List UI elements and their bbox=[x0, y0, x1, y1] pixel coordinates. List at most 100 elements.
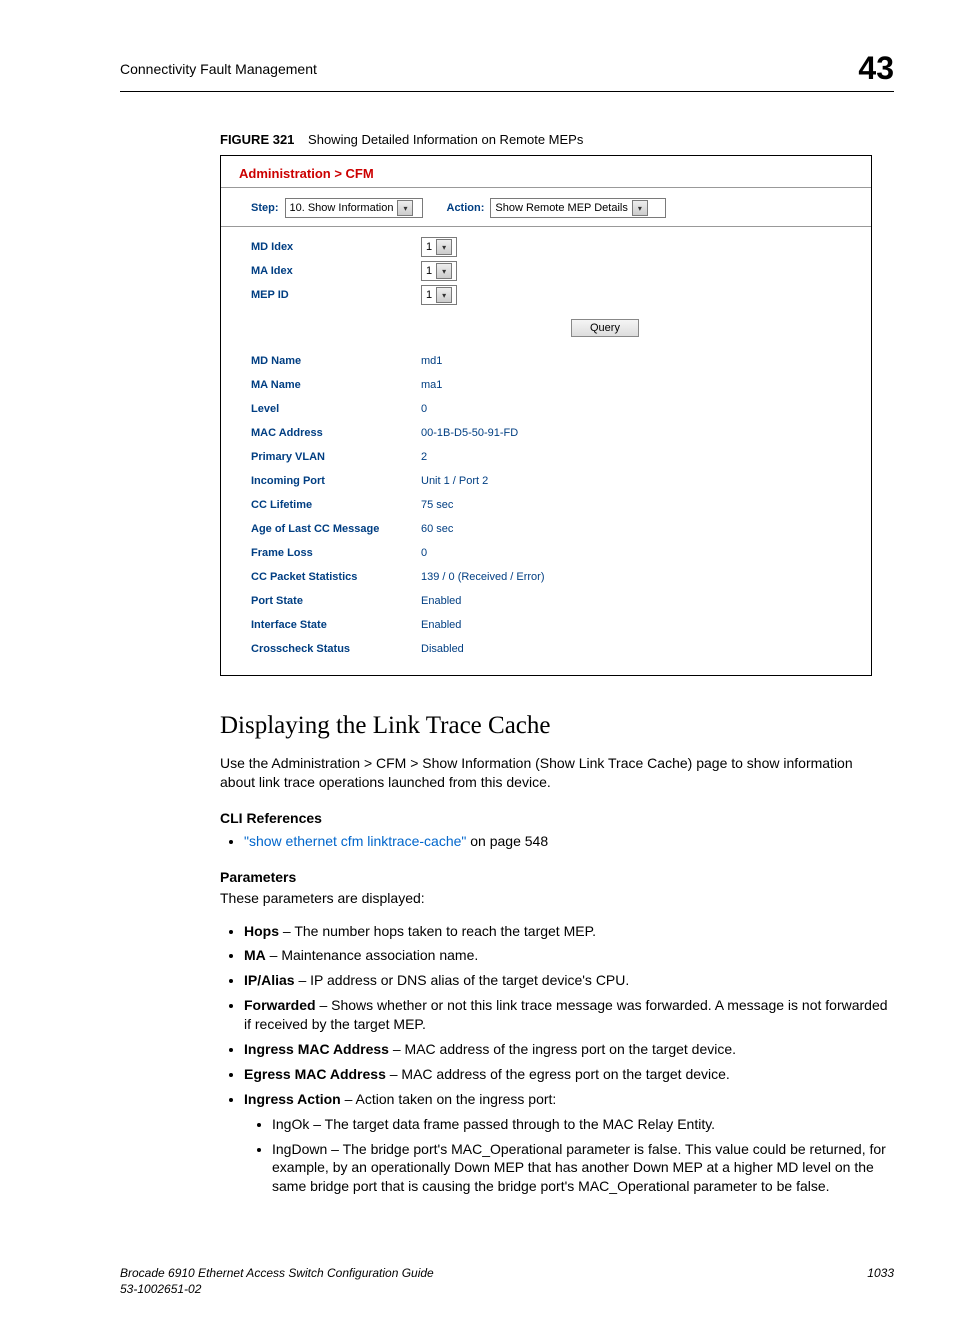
input-value: 1 bbox=[426, 241, 432, 253]
parameter-item: IP/Alias – IP address or DNS alias of th… bbox=[244, 971, 894, 990]
cfm-ui-panel: Administration > CFM Step: 10. Show Info… bbox=[220, 155, 872, 676]
input-select[interactable]: 1 bbox=[421, 285, 457, 305]
cli-suffix: on page 548 bbox=[466, 833, 548, 849]
result-row: CC Lifetime75 sec bbox=[251, 495, 853, 515]
cli-list: "show ethernet cfm linktrace-cache" on p… bbox=[220, 832, 894, 851]
input-label: MD Idex bbox=[251, 241, 421, 253]
param-desc: – Action taken on the ingress port: bbox=[341, 1091, 557, 1107]
input-label: MA Idex bbox=[251, 265, 421, 277]
result-value: Enabled bbox=[421, 595, 461, 607]
param-term: IP/Alias bbox=[244, 972, 295, 988]
footer-doc-title: Brocade 6910 Ethernet Access Switch Conf… bbox=[120, 1266, 434, 1280]
result-label: Level bbox=[251, 403, 421, 415]
parameter-item: Ingress MAC Address – MAC address of the… bbox=[244, 1040, 894, 1059]
result-label: Primary VLAN bbox=[251, 451, 421, 463]
input-value: 1 bbox=[426, 289, 432, 301]
query-button[interactable]: Query bbox=[571, 319, 639, 337]
param-term: MA bbox=[244, 947, 266, 963]
header-section: Connectivity Fault Management bbox=[120, 61, 317, 77]
step-label: Step: bbox=[251, 202, 279, 214]
cli-references-heading: CLI References bbox=[220, 810, 894, 826]
step-select[interactable]: 10. Show Information bbox=[285, 198, 423, 218]
input-value: 1 bbox=[426, 265, 432, 277]
result-row: MD Namemd1 bbox=[251, 351, 853, 371]
result-label: Age of Last CC Message bbox=[251, 523, 421, 535]
parameters-intro: These parameters are displayed: bbox=[220, 889, 874, 908]
divider bbox=[221, 187, 871, 188]
result-value: 60 sec bbox=[421, 523, 453, 535]
header-chapter: 43 bbox=[858, 50, 894, 87]
param-term: Hops bbox=[244, 923, 279, 939]
parameter-item: Egress MAC Address – MAC address of the … bbox=[244, 1065, 894, 1084]
result-label: MA Name bbox=[251, 379, 421, 391]
result-row: Interface StateEnabled bbox=[251, 615, 853, 635]
footer-doc-number: 53-1002651-02 bbox=[120, 1282, 201, 1296]
parameter-item: Forwarded – Shows whether or not this li… bbox=[244, 996, 894, 1034]
result-value: md1 bbox=[421, 355, 442, 367]
result-row: MA Namema1 bbox=[251, 375, 853, 395]
sub-desc: – The target data frame passed through t… bbox=[309, 1116, 715, 1132]
chevron-down-icon bbox=[397, 200, 413, 216]
sub-desc: – The bridge port's MAC_Operational para… bbox=[272, 1141, 886, 1195]
input-label: MEP ID bbox=[251, 289, 421, 301]
result-value: 2 bbox=[421, 451, 427, 463]
figure-caption: FIGURE 321 Showing Detailed Information … bbox=[220, 132, 894, 147]
footer-page-number: 1033 bbox=[867, 1266, 894, 1297]
input-row: MD Idex 1 bbox=[251, 237, 853, 257]
ingress-subitem: IngOk – The target data frame passed thr… bbox=[272, 1115, 894, 1134]
param-term: Forwarded bbox=[244, 997, 316, 1013]
intro-paragraph: Use the Administration > CFM > Show Info… bbox=[220, 754, 874, 792]
action-select-value: Show Remote MEP Details bbox=[495, 202, 627, 214]
param-desc: – MAC address of the egress port on the … bbox=[386, 1066, 730, 1082]
result-row: MAC Address00-1B-D5-50-91-FD bbox=[251, 423, 853, 443]
result-row: Age of Last CC Message60 sec bbox=[251, 519, 853, 539]
param-term: Ingress Action bbox=[244, 1091, 341, 1107]
input-row: MEP ID 1 bbox=[251, 285, 853, 305]
chevron-down-icon bbox=[632, 200, 648, 216]
result-row: Port StateEnabled bbox=[251, 591, 853, 611]
ui-breadcrumb: Administration > CFM bbox=[221, 156, 871, 187]
parameters-list: Hops – The number hops taken to reach th… bbox=[220, 922, 894, 1197]
result-value: Disabled bbox=[421, 643, 464, 655]
chevron-down-icon bbox=[436, 239, 452, 255]
result-value: 75 sec bbox=[421, 499, 453, 511]
result-value: Enabled bbox=[421, 619, 461, 631]
chevron-down-icon bbox=[436, 263, 452, 279]
divider bbox=[221, 226, 871, 227]
ingress-subitem: IngDown – The bridge port's MAC_Operatio… bbox=[272, 1140, 894, 1197]
page-footer: Brocade 6910 Ethernet Access Switch Conf… bbox=[120, 1266, 894, 1297]
sub-term: IngDown bbox=[272, 1141, 327, 1157]
result-label: Incoming Port bbox=[251, 475, 421, 487]
parameter-item: MA – Maintenance association name. bbox=[244, 946, 894, 965]
result-value: 00-1B-D5-50-91-FD bbox=[421, 427, 518, 439]
result-row: Primary VLAN2 bbox=[251, 447, 853, 467]
action-select[interactable]: Show Remote MEP Details bbox=[490, 198, 666, 218]
result-label: MD Name bbox=[251, 355, 421, 367]
cli-link[interactable]: "show ethernet cfm linktrace-cache" bbox=[244, 833, 466, 849]
result-value: 139 / 0 (Received / Error) bbox=[421, 571, 545, 583]
result-row: CC Packet Statistics139 / 0 (Received / … bbox=[251, 567, 853, 587]
result-value: Unit 1 / Port 2 bbox=[421, 475, 488, 487]
chevron-down-icon bbox=[436, 287, 452, 303]
figure-label: FIGURE 321 bbox=[220, 132, 294, 147]
cli-reference-item: "show ethernet cfm linktrace-cache" on p… bbox=[244, 832, 894, 851]
param-desc: – The number hops taken to reach the tar… bbox=[279, 923, 596, 939]
result-label: MAC Address bbox=[251, 427, 421, 439]
param-desc: – MAC address of the ingress port on the… bbox=[389, 1041, 736, 1057]
result-label: CC Packet Statistics bbox=[251, 571, 421, 583]
figure-caption-text: Showing Detailed Information on Remote M… bbox=[308, 132, 583, 147]
ingress-sublist: IngOk – The target data frame passed thr… bbox=[244, 1115, 894, 1197]
result-label: CC Lifetime bbox=[251, 499, 421, 511]
result-row: Incoming PortUnit 1 / Port 2 bbox=[251, 471, 853, 491]
parameter-item: Ingress Action – Action taken on the ing… bbox=[244, 1090, 894, 1196]
result-row: Crosscheck StatusDisabled bbox=[251, 639, 853, 659]
input-select[interactable]: 1 bbox=[421, 261, 457, 281]
result-label: Port State bbox=[251, 595, 421, 607]
result-value: 0 bbox=[421, 547, 427, 559]
result-value: ma1 bbox=[421, 379, 442, 391]
input-select[interactable]: 1 bbox=[421, 237, 457, 257]
result-row: Frame Loss0 bbox=[251, 543, 853, 563]
result-label: Crosscheck Status bbox=[251, 643, 421, 655]
param-desc: – Maintenance association name. bbox=[266, 947, 478, 963]
section-heading: Displaying the Link Trace Cache bbox=[220, 712, 894, 740]
